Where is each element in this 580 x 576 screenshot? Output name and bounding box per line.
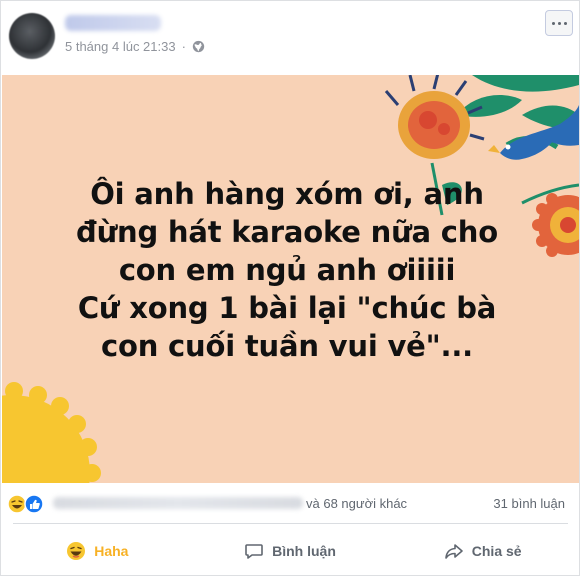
haha-icon [67, 542, 86, 560]
haha-icon [7, 494, 27, 514]
share-icon [444, 544, 463, 559]
reactions-others-count[interactable]: và 68 người khác [306, 496, 407, 511]
like-icon [24, 494, 44, 514]
author-avatar[interactable] [9, 13, 55, 59]
share-button[interactable]: Chia sẻ [386, 531, 579, 571]
action-bar: Haha Bình luận Chia sẻ [1, 531, 579, 571]
haha-label: Haha [94, 543, 129, 559]
share-label: Chia sẻ [471, 543, 522, 559]
sun-decoration-icon [2, 382, 101, 483]
divider [13, 523, 568, 524]
more-options-icon [551, 21, 555, 25]
globe-icon[interactable] [192, 40, 205, 53]
comments-count[interactable]: 31 bình luận [493, 496, 565, 511]
post-background-card: Ôi anh hàng xóm ơi, anh đừng hát karaoke… [2, 75, 579, 483]
reactions-summary: và 68 người khác 31 bình luận [1, 483, 579, 523]
comment-button[interactable]: Bình luận [194, 531, 387, 571]
comment-icon [245, 544, 263, 559]
reaction-icons[interactable] [7, 494, 47, 514]
comment-label: Bình luận [272, 543, 336, 559]
post-timestamp[interactable]: 5 tháng 4 lúc 21:33 [65, 39, 176, 54]
post-meta: 5 tháng 4 lúc 21:33 · [65, 39, 205, 54]
post-header: 5 tháng 4 lúc 21:33 · [1, 1, 579, 75]
haha-reaction-button[interactable]: Haha [1, 531, 194, 571]
author-name-blurred[interactable] [65, 15, 161, 31]
post-message-text: Ôi anh hàng xóm ơi, anh đừng hát karaoke… [76, 177, 498, 363]
more-options-button[interactable] [545, 10, 573, 36]
facebook-post: 5 tháng 4 lúc 21:33 · Ôi anh hàng xóm ơi… [0, 0, 580, 576]
reactor-names-blurred[interactable] [53, 495, 303, 509]
